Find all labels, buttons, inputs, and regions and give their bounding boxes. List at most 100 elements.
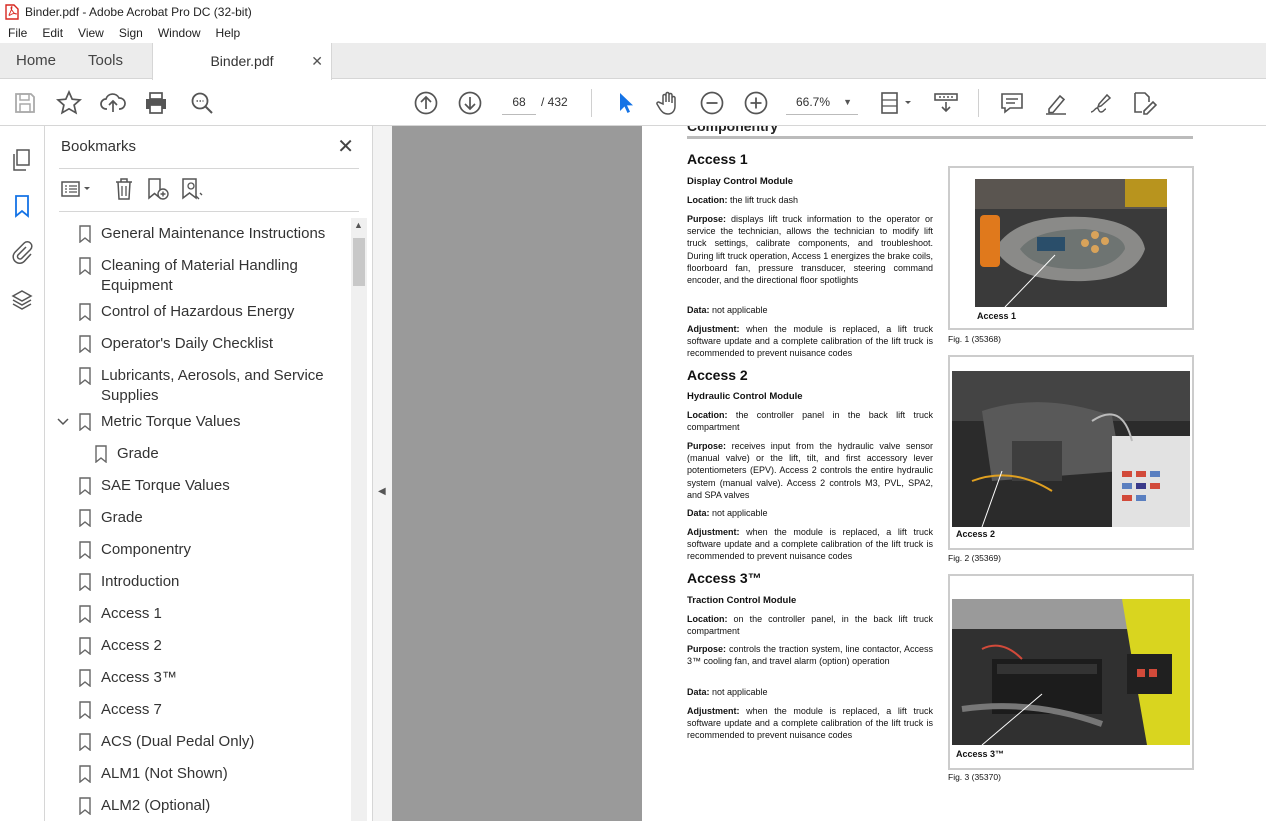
access2-subheading: Hydraulic Control Module — [687, 391, 803, 402]
section-heading: Componentry — [687, 126, 778, 134]
access1-adjustment: Adjustment: when the module is replaced,… — [687, 324, 933, 359]
access3-subheading: Traction Control Module — [687, 595, 797, 606]
collapse-panel-arrow-icon[interactable]: ◀ — [378, 486, 386, 497]
divider — [59, 168, 359, 169]
bookmark-icon — [79, 509, 91, 527]
menu-help[interactable]: Help — [208, 26, 248, 40]
bookmark-icon — [79, 225, 91, 243]
zoom-in-icon[interactable] — [743, 90, 769, 116]
window-title: Binder.pdf - Adobe Acrobat Pro DC (32-bi… — [25, 4, 252, 19]
bookmark-label: Grade — [117, 445, 159, 462]
zoom-level-select[interactable]: 66.7% ▼ — [786, 89, 858, 115]
chevron-down-icon[interactable] — [57, 417, 69, 427]
close-tab-icon[interactable]: ✕ — [311, 43, 323, 79]
select-cursor-icon[interactable] — [612, 90, 638, 116]
menu-window[interactable]: Window — [150, 26, 208, 40]
tab-bar: Home Tools Binder.pdf ✕ — [0, 43, 1266, 80]
close-panel-icon[interactable]: ✕ — [337, 134, 354, 159]
bookmark-from-selection-icon[interactable] — [179, 176, 205, 202]
previous-page-icon[interactable] — [413, 90, 439, 116]
attachments-icon[interactable] — [10, 240, 34, 264]
bookmark-label: Cleaning of Material Handling — [101, 257, 298, 274]
next-page-icon[interactable] — [457, 90, 483, 116]
comment-icon[interactable] — [999, 90, 1025, 116]
scroll-mode-icon[interactable] — [933, 90, 959, 116]
tab-home[interactable]: Home — [16, 43, 56, 79]
access1-heading: Access 1 — [687, 151, 748, 167]
menu-edit[interactable]: Edit — [34, 26, 70, 40]
access2-data: Data: not applicable — [687, 508, 768, 518]
scroll-up-arrow-icon[interactable]: ▲ — [354, 220, 363, 230]
menu-file[interactable]: File — [0, 26, 34, 40]
star-icon[interactable] — [55, 89, 83, 116]
toolbar-divider — [591, 89, 592, 117]
access2-purpose: Purpose: receives input from the hydraul… — [687, 441, 933, 500]
bookmark-label: Access 2 — [101, 637, 162, 654]
bookmark-icon — [79, 669, 91, 687]
page-number-input[interactable]: 68 — [502, 89, 536, 115]
find-text-icon[interactable] — [189, 90, 215, 116]
access3-location: Location: on the controller panel, in th… — [687, 614, 933, 637]
bookmark-icon — [95, 445, 107, 463]
print-icon[interactable] — [143, 90, 169, 116]
access2-adjustment: Adjustment: when the module is replaced,… — [687, 527, 933, 562]
bookmarks-scrollbar[interactable]: ▲ — [351, 218, 367, 821]
bookmark-label: Componentry — [101, 541, 192, 558]
bookmark-label: Access 1 — [101, 605, 162, 622]
bookmark-icon — [79, 797, 91, 815]
figure-1-label: Access 1 — [977, 311, 1017, 321]
bookmark-icon — [79, 573, 91, 591]
menu-view[interactable]: View — [70, 26, 111, 40]
access3-adjustment: Adjustment: when the module is replaced,… — [687, 706, 933, 741]
heading-rule — [687, 136, 1193, 139]
figure-3-photo — [952, 599, 1190, 745]
tab-document[interactable]: Binder.pdf ✕ — [152, 43, 332, 80]
access1-subheading: Display Control Module — [687, 176, 794, 187]
access3-data: Data: not applicable — [687, 687, 768, 697]
new-bookmark-icon[interactable] — [145, 176, 171, 202]
title-bar: Binder.pdf - Adobe Acrobat Pro DC (32-bi… — [0, 0, 1266, 23]
bookmarks-panel-title: Bookmarks — [61, 138, 137, 155]
bookmark-label: General Maintenance Instructions — [101, 225, 326, 242]
navigation-rail — [0, 126, 45, 821]
edit-pdf-icon[interactable] — [1131, 90, 1158, 116]
divider — [59, 211, 359, 212]
sign-pen-icon[interactable] — [1087, 90, 1113, 116]
zoom-out-icon[interactable] — [699, 90, 725, 116]
page-thumbnails-icon[interactable] — [10, 148, 34, 172]
figure-2-label: Access 2 — [956, 529, 996, 539]
chevron-down-icon: ▼ — [843, 97, 852, 107]
scrollbar-thumb[interactable] — [353, 238, 365, 286]
document-viewer-background — [392, 126, 642, 821]
figure-3-label: Access 3™ — [956, 749, 1005, 759]
bookmarks-panel-icon[interactable] — [10, 194, 34, 218]
bookmark-label: Supplies — [101, 387, 159, 404]
upload-cloud-icon[interactable] — [100, 90, 126, 116]
access1-purpose: Purpose: displays lift truck information… — [687, 214, 933, 286]
hand-tool-icon[interactable] — [655, 90, 681, 116]
access3-heading: Access 3™ — [687, 570, 762, 586]
bookmark-label: Control of Hazardous Energy — [101, 303, 295, 320]
highlight-pen-icon[interactable] — [1043, 90, 1069, 116]
menu-sign[interactable]: Sign — [111, 26, 150, 40]
acrobat-pdf-icon — [5, 3, 19, 20]
access3-purpose: Purpose: controls the traction system, l… — [687, 644, 933, 667]
bookmark-icon — [79, 303, 91, 321]
figure-1-photo — [975, 179, 1167, 307]
figure-1-frame: Access 1 — [948, 166, 1194, 330]
tab-tools[interactable]: Tools — [88, 43, 123, 79]
page-fit-icon[interactable] — [879, 90, 915, 116]
save-icon[interactable] — [12, 90, 38, 116]
access1-data: Data: not applicable — [687, 305, 768, 315]
bookmark-options-icon[interactable] — [59, 176, 95, 202]
bookmark-icon — [79, 413, 91, 431]
layers-icon[interactable] — [10, 288, 34, 312]
delete-bookmark-icon[interactable] — [111, 176, 137, 202]
bookmark-label: Access 7 — [101, 701, 162, 718]
toolbar-divider — [978, 89, 979, 117]
access2-heading: Access 2 — [687, 367, 748, 383]
bookmark-icon — [79, 367, 91, 385]
bookmark-label: Lubricants, Aerosols, and Service — [101, 367, 324, 384]
bookmark-label: Operator's Daily Checklist — [101, 335, 274, 352]
access1-location: Location: the lift truck dash — [687, 195, 799, 205]
